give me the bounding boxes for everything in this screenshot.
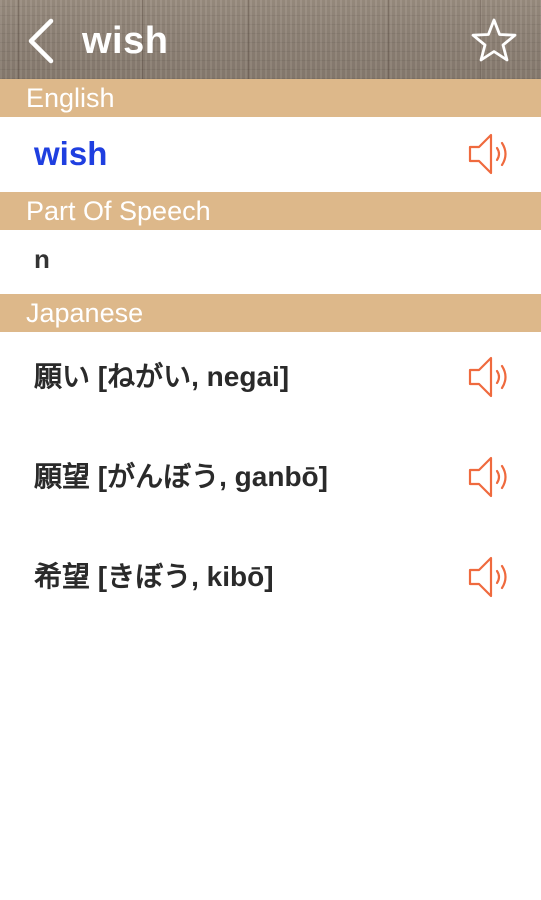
word-detail-screen: wish English wish Part Of Speech n Japan… — [0, 0, 541, 900]
page-title: wish — [82, 20, 169, 62]
translation-text: 希望 [きぼう, kibō] — [34, 561, 274, 592]
speaker-icon[interactable] — [467, 353, 513, 401]
star-outline-icon — [471, 18, 517, 62]
section-header-japanese: Japanese — [0, 294, 541, 332]
part-of-speech-value: n — [34, 244, 50, 274]
speaker-icon[interactable] — [467, 453, 513, 501]
wood-seam — [388, 0, 389, 79]
translation-row: 願い [ねがい, negai] — [0, 332, 541, 432]
english-word: wish — [34, 135, 108, 172]
translation-text: 願い [ねがい, negai] — [34, 361, 290, 392]
speaker-icon[interactable] — [467, 553, 513, 601]
english-row: wish — [0, 117, 541, 192]
chevron-left-icon — [28, 18, 54, 64]
back-button[interactable] — [22, 16, 60, 66]
translation-list: 願い [ねがい, negai] 願望 [がんぼう, ganbō] 希望 [きぼう… — [0, 332, 541, 632]
translation-row: 希望 [きぼう, kibō] — [0, 532, 541, 632]
favorite-button[interactable] — [469, 16, 519, 64]
wood-seam — [248, 0, 249, 79]
section-header-part-of-speech: Part Of Speech — [0, 192, 541, 230]
part-of-speech-row: n — [0, 230, 541, 294]
translation-text: 願望 [がんぼう, ganbō] — [34, 461, 328, 492]
section-header-english: English — [0, 79, 541, 117]
wood-seam — [18, 0, 19, 79]
nav-header: wish — [0, 0, 541, 79]
translation-row: 願望 [がんぼう, ganbō] — [0, 432, 541, 532]
speaker-icon[interactable] — [467, 130, 513, 178]
